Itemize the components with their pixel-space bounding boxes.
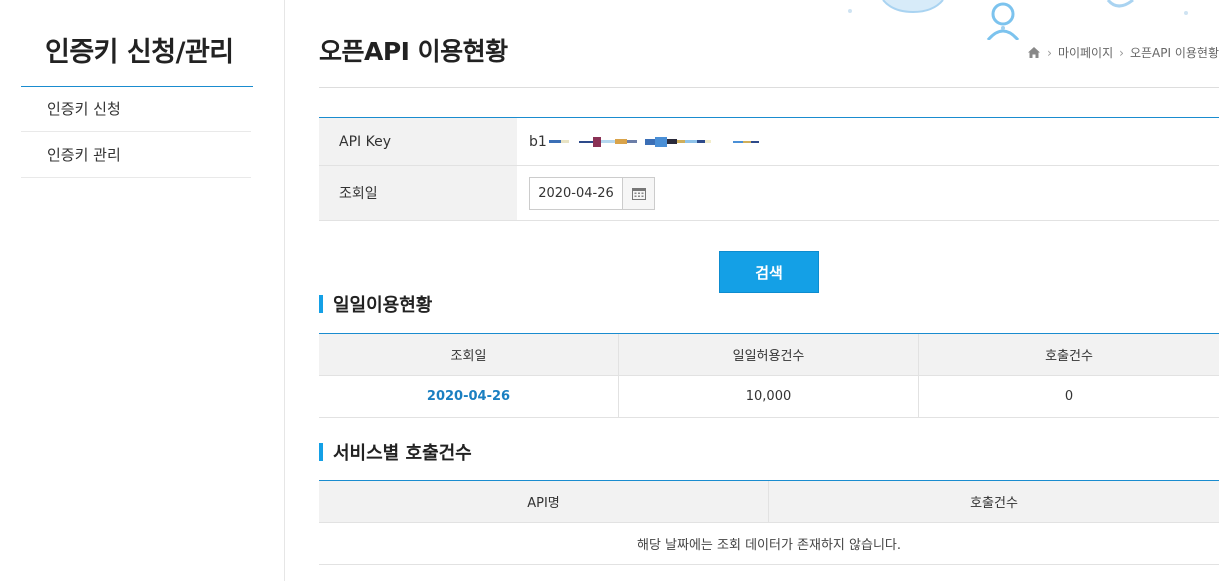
header-decoration bbox=[848, 0, 1188, 40]
search-form: API Key b1 조회일 2020-04-26 bbox=[319, 117, 1219, 221]
table-row: 2020-04-26 10,000 0 bbox=[319, 376, 1219, 418]
breadcrumb-item-current: 오픈API 이용현황 bbox=[1129, 46, 1219, 60]
heading-accent-bar bbox=[319, 295, 323, 313]
service-calls-heading: 서비스별 호출건수 bbox=[319, 439, 472, 465]
sidebar-item-key-manage[interactable]: 인증키 관리 bbox=[21, 133, 251, 178]
empty-row: 해당 날짜에는 조회 데이터가 존재하지 않습니다. bbox=[319, 523, 1219, 565]
date-picker bbox=[529, 176, 655, 210]
api-key-label: API Key bbox=[319, 118, 517, 165]
page-title: 오픈API 이용현황 bbox=[319, 37, 508, 66]
column-header-allowed: 일일허용건수 bbox=[619, 334, 919, 375]
sidebar-title: 인증키 신청/관리 bbox=[45, 37, 234, 68]
sidebar-item-label: 오픈API 이용현황 bbox=[47, 192, 164, 210]
chevron-right-icon: › bbox=[1119, 45, 1124, 60]
daily-usage-heading-text: 일일이용현황 bbox=[333, 295, 433, 316]
redacted-api-key bbox=[548, 135, 759, 149]
column-header-api-name: API명 bbox=[319, 481, 769, 522]
service-calls-heading-text: 서비스별 호출건수 bbox=[333, 443, 472, 464]
daily-usage-table: 조회일 일일허용건수 호출건수 2020-04-26 10,000 0 bbox=[319, 333, 1219, 418]
header-divider bbox=[319, 87, 1219, 88]
daily-usage-heading: 일일이용현황 bbox=[319, 291, 432, 317]
service-calls-table: API명 호출건수 해당 날짜에는 조회 데이터가 존재하지 않습니다. bbox=[319, 480, 1219, 565]
search-button[interactable]: 검색 bbox=[719, 251, 819, 293]
column-header-date: 조회일 bbox=[319, 334, 619, 375]
table-header-row: API명 호출건수 bbox=[319, 481, 1219, 523]
date-link[interactable]: 2020-04-26 bbox=[427, 389, 510, 404]
empty-message: 해당 날짜에는 조회 데이터가 존재하지 않습니다. bbox=[637, 538, 901, 553]
calendar-icon bbox=[631, 187, 646, 200]
column-header-calls: 호출건수 bbox=[1045, 349, 1093, 364]
api-key-row: API Key b1 bbox=[319, 118, 1219, 166]
sidebar-item-key-request[interactable]: 인증키 신청 bbox=[21, 87, 251, 132]
table-header-row: 조회일 일일허용건수 호출건수 bbox=[319, 334, 1219, 376]
breadcrumb: › 마이페이지 › 오픈API 이용현황 bbox=[1027, 44, 1219, 61]
date-input[interactable] bbox=[530, 177, 622, 209]
calendar-button[interactable] bbox=[622, 177, 654, 209]
breadcrumb-item-mypage[interactable]: 마이페이지 bbox=[1058, 44, 1113, 61]
date-row: 조회일 bbox=[319, 166, 1219, 221]
sidebar-item-api-usage[interactable]: 오픈API 이용현황 bbox=[21, 179, 251, 224]
home-icon[interactable] bbox=[1027, 46, 1041, 59]
sidebar: 인증키 신청/관리 인증키 신청 인증키 관리 오픈API 이용현황 bbox=[0, 0, 285, 581]
heading-accent-bar bbox=[319, 443, 323, 461]
date-label: 조회일 bbox=[319, 166, 517, 220]
chevron-right-icon: › bbox=[1047, 45, 1052, 60]
api-key-value: b1 bbox=[529, 133, 547, 150]
allowed-count: 10,000 bbox=[619, 376, 919, 417]
call-count: 0 bbox=[1064, 389, 1074, 404]
column-header-calls: 호출건수 bbox=[970, 496, 1018, 511]
